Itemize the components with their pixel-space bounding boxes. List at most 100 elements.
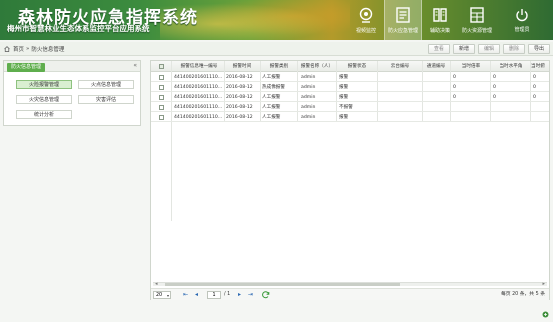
cell-tilt: 0 — [533, 95, 536, 100]
cell-ptz — [379, 113, 421, 122]
column-header[interactable]: 报警信息唯一编号 — [173, 62, 225, 71]
edit-button[interactable]: 编辑 — [477, 44, 500, 54]
user-menu[interactable]: 管理员 — [501, 0, 543, 40]
cell-zoom: 0 — [453, 95, 456, 100]
cell-time: 2016-08-12 — [226, 95, 253, 100]
select-all-checkbox[interactable] — [159, 64, 164, 69]
row-checkbox[interactable] — [159, 85, 164, 90]
cell-name: admin — [301, 85, 316, 90]
row-checkbox[interactable] — [159, 115, 164, 120]
cell-pan: 0 — [493, 85, 496, 90]
page-size-value: 20 — [156, 293, 163, 298]
cell-zoom — [453, 103, 489, 112]
cell-name: admin — [301, 115, 316, 120]
collapse-icon[interactable]: « — [133, 62, 137, 69]
cell-pan: 0 — [493, 75, 496, 80]
column-header[interactable]: 当时水平角 — [491, 62, 531, 71]
table-row[interactable]: 441400201601110... 2016-08-12 人工报警 admin… — [151, 103, 549, 112]
column-header[interactable]: 报警时间 — [225, 62, 259, 71]
breadcrumb-bar: 首页 » 防火信息管理 查看 新增 编辑 删除 导出 — [0, 42, 553, 56]
column-header[interactable]: 云台编号 — [377, 62, 423, 71]
cell-zoom: 0 — [453, 75, 456, 80]
nav-label: 视频监控 — [355, 28, 376, 34]
cell-channel — [424, 73, 450, 82]
page-info: 每页 20 条，共 5 条 — [500, 292, 545, 297]
scroll-right-icon[interactable]: ▸ — [542, 281, 545, 287]
page-total-text: / 1 — [224, 292, 231, 297]
nav-item-decision[interactable]: 辅助决策 — [422, 0, 458, 40]
grid-icon — [470, 7, 484, 23]
add-button[interactable]: 新增 — [452, 44, 475, 54]
scrollbar-thumb[interactable] — [165, 283, 400, 286]
cell-channel — [424, 103, 450, 112]
cell-tilt — [533, 103, 547, 112]
next-page-icon[interactable]: ▸ — [238, 291, 241, 299]
delete-button[interactable]: 删除 — [502, 44, 525, 54]
row-checkbox[interactable] — [159, 95, 164, 100]
prev-page-icon[interactable]: ◂ — [195, 291, 198, 299]
left-panel-tab[interactable]: 防火信息管理 — [7, 63, 46, 72]
cell-id: 441400201601110... — [174, 85, 223, 90]
cell-name: admin — [301, 105, 316, 110]
breadcrumb-current: 防火信息管理 — [31, 47, 65, 53]
refresh-icon[interactable] — [262, 291, 270, 299]
cell-status: 报警 — [339, 115, 349, 120]
column-header[interactable]: 通道编号 — [423, 62, 449, 71]
cell-category: 人工报警 — [262, 115, 281, 120]
nav-item-video[interactable]: 视频监控 — [348, 0, 384, 40]
table-row[interactable]: 441400201601110... 2016-08-12 人工报警 admin… — [151, 113, 549, 122]
app-header: 森林防火应急指挥系统 梅州市智慧林业生态体系监控平台应用系统 视频监控 防火应急… — [0, 0, 553, 40]
cell-status: 报警 — [339, 95, 349, 100]
cell-id: 441400201601110... — [174, 75, 223, 80]
table-row[interactable]: 441400201601110... 2016-08-12 人工报警 admin… — [151, 93, 549, 102]
export-button[interactable]: 导出 — [527, 44, 550, 54]
cell-id: 441400201601110... — [174, 115, 223, 120]
cell-zoom: 0 — [453, 85, 456, 90]
cell-time: 2016-08-12 — [226, 105, 253, 110]
view-button[interactable]: 查看 — [427, 44, 450, 54]
cell-tilt — [533, 113, 547, 122]
cell-category: 人工报警 — [262, 105, 281, 110]
column-header[interactable]: 报警状态 — [337, 62, 377, 71]
cell-ptz — [379, 73, 421, 82]
menu-fire-disaster[interactable]: 火灾信息管理 — [16, 95, 72, 104]
cell-name: admin — [301, 95, 316, 100]
row-checkbox[interactable] — [159, 75, 164, 80]
table-row[interactable]: 441400201601110... 2016-08-12 热成像报警 admi… — [151, 83, 549, 92]
user-label: 管理员 — [514, 27, 530, 33]
last-page-icon[interactable]: ⇥ — [248, 291, 253, 299]
cell-id: 441400201601110... — [174, 95, 223, 100]
menu-damage-assessment[interactable]: 灾害评估 — [78, 95, 134, 104]
nav-label: 辅助决策 — [429, 28, 450, 34]
column-header[interactable]: 报警类别 — [261, 62, 297, 71]
first-page-icon[interactable]: ⇤ — [183, 291, 188, 299]
breadcrumb-separator: » — [26, 46, 30, 52]
cell-name: admin — [301, 75, 316, 80]
menu-fire-point[interactable]: 火点信息管理 — [78, 80, 134, 89]
page-number-input[interactable]: 1 — [207, 291, 221, 299]
left-panel-menu: 火险报警管理 火点信息管理 火灾信息管理 灾害评估 统计分析 — [16, 80, 136, 119]
nav-label: 防火资源管理 — [461, 28, 492, 34]
breadcrumb: 首页 » 防火信息管理 — [4, 45, 64, 53]
menu-statistics[interactable]: 统计分析 — [16, 110, 72, 119]
page-size-select[interactable]: 20 ▾ — [153, 291, 171, 299]
breadcrumb-home[interactable]: 首页 — [13, 45, 24, 53]
column-header[interactable]: 当时倍率 — [451, 62, 491, 71]
cell-channel — [424, 83, 450, 92]
cell-id: 441400201601110... — [174, 105, 223, 110]
cell-time: 2016-08-12 — [226, 115, 253, 120]
column-header[interactable]: 报警名称（人） — [297, 62, 337, 71]
table-row[interactable]: 441400201601110... 2016-08-12 人工报警 admin… — [151, 73, 549, 82]
nav-item-resources[interactable]: 防火资源管理 — [458, 0, 496, 40]
cell-pan: 0 — [493, 95, 496, 100]
cell-ptz — [379, 103, 421, 112]
scroll-left-icon[interactable]: ◂ — [155, 281, 158, 287]
nav-item-fire-emergency[interactable]: 防火应急管理 — [384, 0, 422, 40]
horizontal-scrollbar[interactable]: ◂ ▸ — [153, 281, 547, 287]
cell-status: 报警 — [339, 85, 349, 90]
column-header[interactable]: 当时俯 — [531, 62, 549, 71]
resize-corner-icon[interactable] — [542, 311, 549, 318]
document-icon — [396, 7, 410, 23]
menu-fire-alarm[interactable]: 火险报警管理 — [16, 80, 72, 89]
row-checkbox[interactable] — [159, 105, 164, 110]
